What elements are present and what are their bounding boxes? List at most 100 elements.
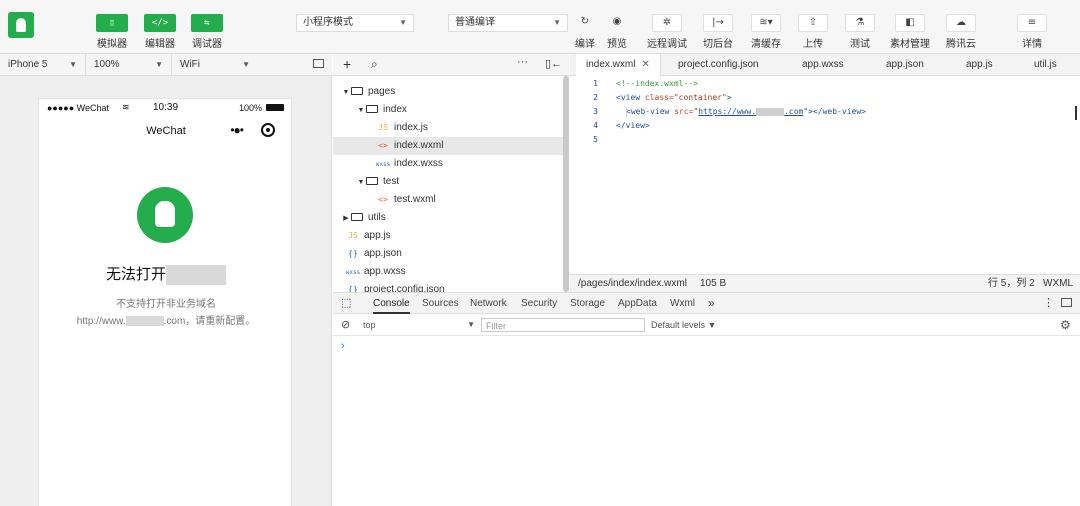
more-options-icon[interactable]: ··· <box>517 56 528 68</box>
simulator-toggle-button[interactable]: ▯ 模拟器 <box>89 14 135 50</box>
preview-button[interactable]: ◉ 预览 <box>593 14 641 50</box>
tree-item-label: utils <box>368 212 386 223</box>
carrier-text: ●●●●● WeChat <box>47 103 110 113</box>
tab-app-wxss[interactable]: app.wxss <box>792 54 854 76</box>
debugger-toggle-button[interactable]: ⇆ 调试器 <box>184 14 230 50</box>
mode-select[interactable]: 小程序模式 ▼ <box>296 14 414 32</box>
code-token: <web-view <box>626 107 670 116</box>
tab-index-wxml[interactable]: index.wxml ✕ <box>576 54 661 76</box>
tab-security[interactable]: Security <box>521 293 557 314</box>
code-editor[interactable]: 1 2 3 4 5 <!--index.wxml--> <view class=… <box>570 76 1080 274</box>
log-levels-select[interactable]: Default levels ▼ <box>651 318 716 332</box>
tree-item-label: app.js <box>364 230 391 241</box>
code-token: "container" <box>673 93 727 102</box>
file-tree-scrollbar[interactable] <box>563 76 569 292</box>
folder-icon <box>366 177 378 185</box>
language-mode[interactable]: WXML <box>1043 275 1073 292</box>
tab-project-config-json[interactable]: project.config.json <box>668 54 769 76</box>
tab-label: app.wxss <box>802 59 844 70</box>
tree-item-label: test.wxml <box>394 194 436 205</box>
chevron-down-icon: ▼ <box>242 60 250 69</box>
tree-folder[interactable]: ▼ pages <box>333 83 563 101</box>
chevron-down-icon[interactable]: ▼ <box>341 84 351 102</box>
tree-folder[interactable]: ▼ index <box>333 101 563 119</box>
assets-label: 素材管理 <box>890 39 930 50</box>
tree-file[interactable]: <> test.wxml <box>333 191 563 209</box>
line-number: 1 <box>593 79 598 88</box>
layers-icon: ≋▾ <box>751 14 781 32</box>
background-button[interactable]: |→ 切后台 <box>694 14 742 50</box>
assets-button[interactable]: ◧ 素材管理 <box>886 14 934 50</box>
tab-app-js[interactable]: app.js <box>956 54 1003 76</box>
code-token: "></web-view> <box>803 107 866 116</box>
chevron-down-icon[interactable]: ▼ <box>356 102 366 120</box>
gear-icon[interactable]: ⚙ <box>1060 318 1071 332</box>
clear-cache-button[interactable]: ≋▾ 清缓存 <box>742 14 790 50</box>
upload-button[interactable]: ⇧ 上传 <box>789 14 837 50</box>
simulator-label: 模拟器 <box>97 39 127 50</box>
file-tree-toolbar: + ⌕ ··· ▯← <box>333 54 569 76</box>
close-icon[interactable]: ✕ <box>641 59 649 70</box>
collapse-panel-icon[interactable]: ▯← <box>545 57 562 70</box>
console-prompt[interactable]: › <box>341 340 345 352</box>
devtools-tab-label: Security <box>521 298 558 309</box>
debugger-label: 调试器 <box>192 39 222 50</box>
console-output[interactable]: › <box>333 336 1080 506</box>
tree-file[interactable]: <> index.wxml <box>333 137 563 155</box>
tree-folder[interactable]: ▼ test <box>333 173 563 191</box>
kebab-menu-icon[interactable]: ⋮ <box>1043 296 1054 309</box>
overview-ruler-mark <box>1075 106 1077 120</box>
code-link[interactable]: https://www. <box>698 107 756 116</box>
tree-file[interactable]: JS app.js <box>333 227 563 245</box>
tree-file[interactable]: {} app.json <box>333 245 563 263</box>
tab-app-json[interactable]: app.json <box>876 54 934 76</box>
line-number: 4 <box>593 121 598 130</box>
tab-label: app.json <box>886 59 924 70</box>
detach-window-icon[interactable] <box>313 59 324 68</box>
more-tabs-icon[interactable]: » <box>708 293 715 314</box>
network-select[interactable]: WiFi ▼ <box>172 54 258 75</box>
file-tree: ▼ pages ▼ index JS index.js <> index.wxml wxss in… <box>333 76 569 292</box>
context-value: top <box>363 320 376 330</box>
clear-console-icon[interactable]: ⊘ <box>341 318 350 332</box>
chevron-down-icon[interactable]: ▼ <box>356 174 366 192</box>
tab-util-js[interactable]: util.js <box>1024 54 1067 76</box>
details-label: 详情 <box>1022 39 1042 50</box>
console-toolbar: ⊘ top ▼ Filter Default levels ▼ ⚙ <box>333 314 1080 336</box>
scrollbar-thumb[interactable] <box>563 76 569 292</box>
close-capsule-icon[interactable] <box>261 123 275 137</box>
search-icon[interactable]: ⌕ <box>371 57 378 72</box>
remote-debug-button[interactable]: ✲ 远程调试 <box>643 14 691 50</box>
inspect-element-icon[interactable]: ⬚ <box>341 296 351 309</box>
editor-toggle-button[interactable]: </> 编辑器 <box>137 14 183 50</box>
compile-select-value: 普通编译 <box>455 17 495 28</box>
chevron-right-icon[interactable]: ▶ <box>341 210 351 228</box>
code-link[interactable]: .com <box>784 107 803 116</box>
dock-icon[interactable] <box>1061 298 1072 307</box>
tree-file[interactable]: JS index.js <box>333 119 563 137</box>
context-select[interactable]: top ▼ <box>363 318 475 332</box>
tab-console[interactable]: Console <box>373 293 410 314</box>
filter-input[interactable]: Filter <box>481 318 645 332</box>
tree-file[interactable]: wxss app.wxss <box>333 263 563 281</box>
tab-sources[interactable]: Sources <box>422 293 459 314</box>
compile-select[interactable]: 普通编译 ▼ <box>448 14 568 32</box>
wxml-file-icon: <> <box>378 141 388 150</box>
tree-file[interactable]: wxss index.wxss <box>333 155 563 173</box>
zoom-select[interactable]: 100% ▼ <box>86 54 172 75</box>
test-button[interactable]: ⚗ 测试 <box>836 14 884 50</box>
more-dots-icon[interactable]: •●• <box>230 123 244 137</box>
cursor-position[interactable]: 行 5，列 2 <box>988 275 1035 292</box>
details-button[interactable]: ≡ 详情 <box>1008 14 1056 50</box>
tab-appdata[interactable]: AppData <box>618 293 657 314</box>
tab-wxml[interactable]: Wxml <box>670 293 695 314</box>
tree-file[interactable]: {} project.config.json <box>333 281 563 292</box>
wxml-file-icon: <> <box>378 195 388 204</box>
add-file-icon[interactable]: + <box>343 56 351 72</box>
tencent-cloud-button[interactable]: ☁ 腾讯云 <box>937 14 985 50</box>
tab-network[interactable]: Network <box>470 293 507 314</box>
device-bar: iPhone 5 ▼ 100% ▼ WiFi ▼ <box>0 54 332 76</box>
tab-storage[interactable]: Storage <box>570 293 605 314</box>
tree-folder[interactable]: ▶ utils <box>333 209 563 227</box>
device-select[interactable]: iPhone 5 ▼ <box>0 54 86 75</box>
